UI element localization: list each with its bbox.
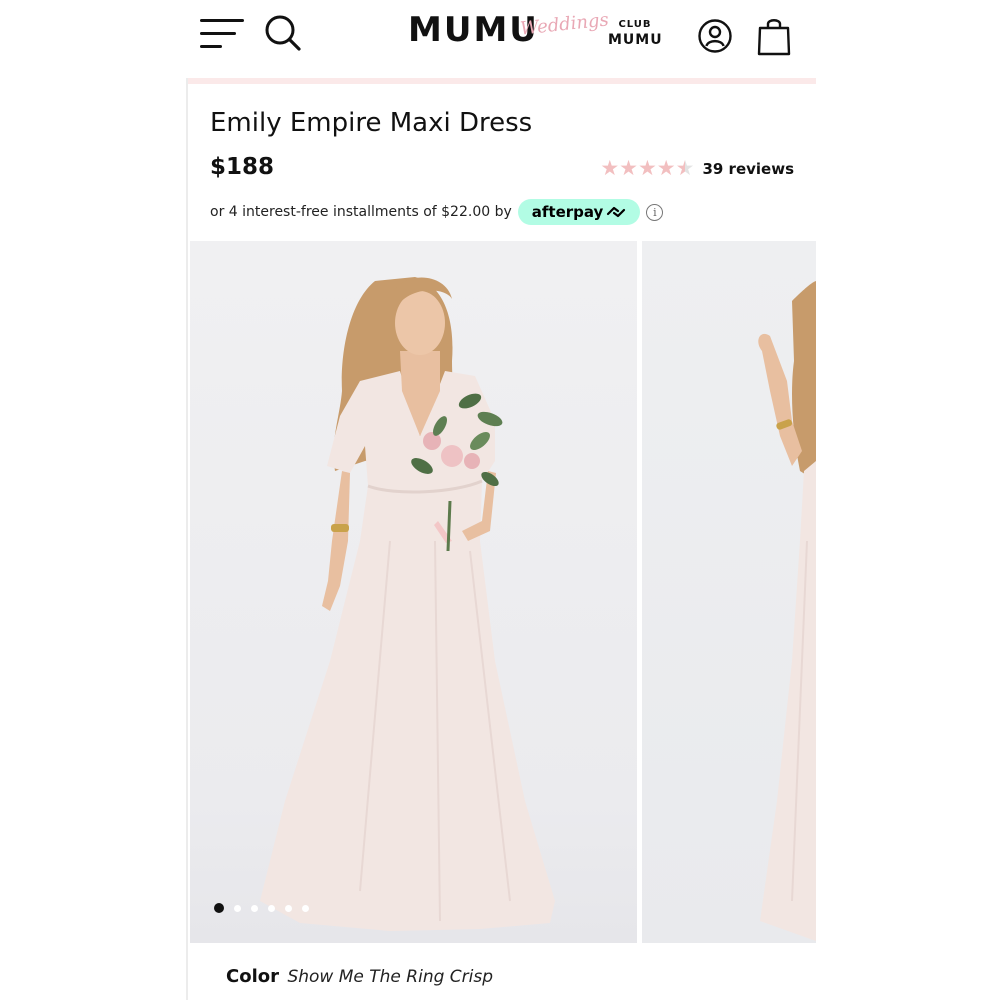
installments-text: or 4 interest-free installments of $22.0… <box>210 204 512 220</box>
product-photo-next[interactable] <box>642 241 816 943</box>
gallery-dot[interactable] <box>285 904 292 912</box>
product-rating[interactable]: ★ ★ ★ ★ ★ 39 reviews <box>600 158 794 179</box>
star-icon: ★ <box>600 157 620 180</box>
club-mumu-logo[interactable]: CLUB MUMU <box>608 19 663 48</box>
club-logo-line1: CLUB <box>618 19 652 30</box>
star-icon: ★ <box>637 157 657 180</box>
installments-row: or 4 interest-free installments of $22.0… <box>210 199 664 225</box>
card-top-divider <box>188 78 816 84</box>
club-logo-line2: MUMU <box>608 32 663 48</box>
afterpay-badge[interactable]: afterpay <box>517 199 641 225</box>
product-card: Emily Empire Maxi Dress $188 ★ ★ ★ ★ ★ 3… <box>186 78 816 1000</box>
info-icon[interactable]: i <box>646 203 664 221</box>
model-illustration <box>260 277 555 931</box>
account-icon[interactable] <box>697 18 733 54</box>
product-photo-main[interactable] <box>190 241 637 943</box>
afterpay-label: afterpay <box>531 203 604 221</box>
gallery-dot[interactable] <box>234 904 241 912</box>
product-gallery[interactable] <box>190 241 816 943</box>
site-header: MUMU Weddings CLUB MUMU <box>0 0 1000 78</box>
product-price: $188 <box>210 154 275 180</box>
color-label: Color <box>226 966 279 987</box>
reviews-link[interactable]: 39 reviews <box>702 160 794 178</box>
search-icon[interactable] <box>262 12 302 52</box>
gallery-dots[interactable] <box>214 903 319 913</box>
star-icon: ★ <box>619 157 638 180</box>
gallery-dot[interactable] <box>251 904 258 912</box>
logo-wordmark: MUMU <box>408 10 539 50</box>
gallery-dot[interactable] <box>302 904 309 912</box>
menu-icon[interactable] <box>200 16 246 50</box>
star-icon: ★ <box>656 157 676 180</box>
model-side-illustration <box>758 281 816 941</box>
product-title: Emily Empire Maxi Dress <box>210 108 533 138</box>
color-row: Color Show Me The Ring Crisp <box>226 966 493 987</box>
bag-icon[interactable] <box>756 16 792 56</box>
star-half-icon: ★ <box>675 157 695 180</box>
color-value: Show Me The Ring Crisp <box>287 967 494 987</box>
afterpay-loop-icon <box>607 206 626 218</box>
star-rating: ★ ★ ★ ★ ★ <box>600 158 694 179</box>
gallery-dot[interactable] <box>214 903 224 913</box>
gallery-dot[interactable] <box>268 904 275 912</box>
